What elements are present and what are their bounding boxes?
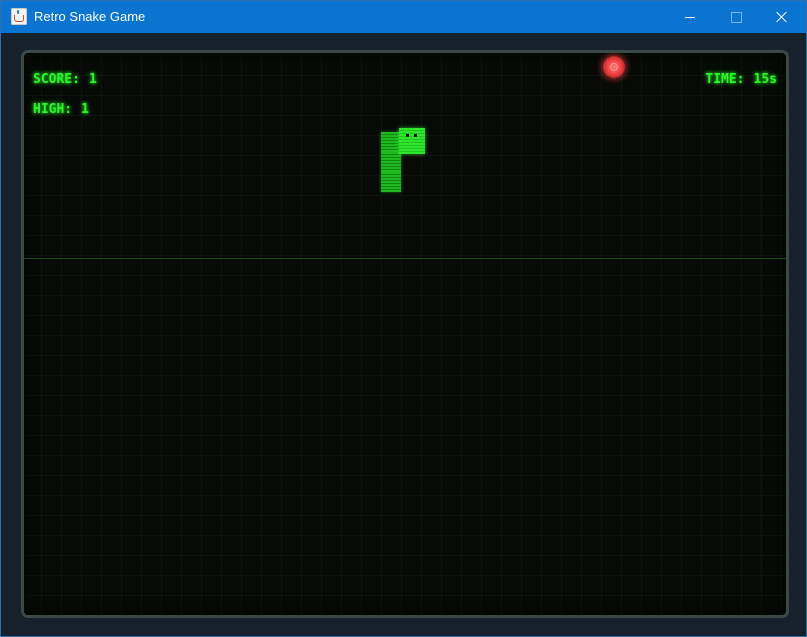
close-button[interactable] [759, 1, 805, 33]
score-display: SCORE: 1 [33, 72, 97, 87]
maximize-button[interactable] [713, 1, 759, 33]
snake-eye [406, 134, 409, 137]
java-cup-icon [11, 8, 27, 25]
timer-display: TIME: 15s [705, 72, 777, 87]
title-bar[interactable]: Retro Snake Game [1, 1, 806, 33]
score-value: 1 [88, 72, 97, 87]
minimize-button[interactable] [667, 1, 713, 33]
scanline [24, 258, 786, 259]
snake-body-segment [381, 132, 401, 152]
score-label: SCORE: [33, 72, 80, 87]
timer-value: 15s [753, 72, 777, 87]
high-score-value: 1 [81, 102, 89, 117]
window-content: SCORE: 1 HIGH: 1 TIME: 15s [1, 33, 806, 636]
window-title: Retro Snake Game [34, 9, 146, 24]
snake-body-segment [381, 152, 401, 172]
minimize-icon [685, 16, 695, 18]
maximize-icon [730, 11, 742, 23]
high-score-label: HIGH: [33, 102, 73, 117]
food-apple [603, 56, 625, 78]
game-board[interactable]: SCORE: 1 HIGH: 1 TIME: 15s [21, 50, 789, 618]
snake-head [399, 128, 425, 154]
snake-eye [414, 134, 417, 137]
close-icon [776, 11, 788, 23]
snake-body-segment [381, 172, 401, 192]
app-window: Retro Snake Game SCORE: 1 HIGH: 1 TIME: 15s [0, 0, 807, 637]
timer-label: TIME: [705, 72, 745, 87]
high-score-display: HIGH: 1 [33, 102, 89, 117]
